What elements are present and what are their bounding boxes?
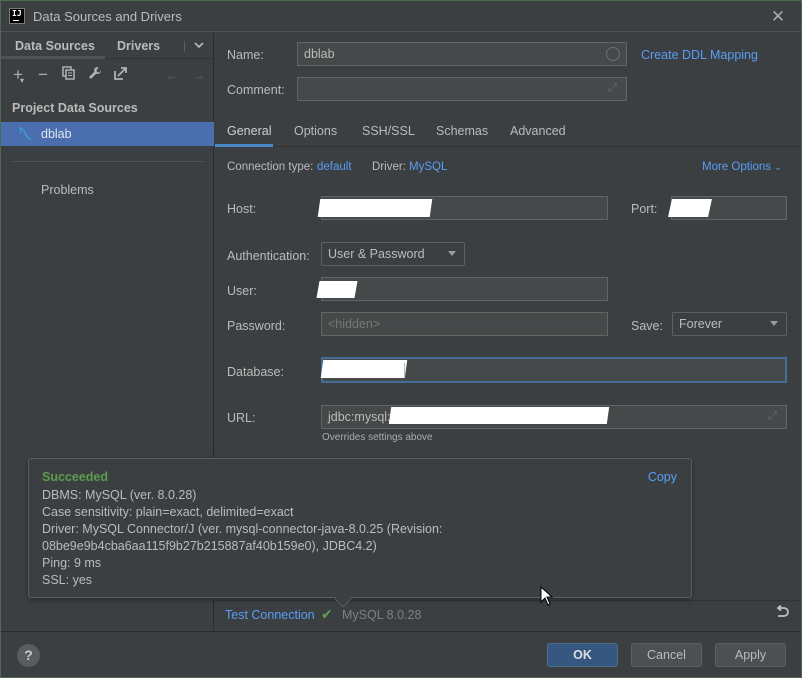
expand-icon[interactable]: ⤢: [608, 82, 620, 94]
password-input[interactable]: <hidden>: [321, 312, 608, 336]
more-options-link[interactable]: More Options ⌄: [702, 161, 782, 173]
password-placeholder: <hidden>: [328, 317, 381, 331]
close-icon[interactable]: ✕: [769, 8, 787, 26]
name-label: Name:: [227, 48, 264, 62]
url-prefix: jdbc:mysql:/: [328, 410, 394, 424]
sidebar-divider: [12, 161, 204, 162]
result-line-ssl: SSL: yes: [42, 573, 93, 587]
apply-button[interactable]: Apply: [715, 643, 786, 667]
check-icon: ✔: [321, 606, 333, 622]
host-label: Host:: [227, 202, 257, 216]
sidebar-toolbar: + ▾ − ← →: [1, 61, 214, 89]
mysql-dolphin-icon: [17, 126, 33, 142]
test-connection-link[interactable]: Test Connection: [225, 608, 315, 622]
create-ddl-mapping-link[interactable]: Create DDL Mapping: [641, 48, 758, 62]
comment-label: Comment:: [227, 83, 285, 97]
revert-icon[interactable]: [775, 604, 789, 625]
window-title: Data Sources and Drivers: [33, 9, 182, 24]
active-tab-indicator: [215, 144, 273, 147]
authentication-label: Authentication:: [227, 249, 310, 263]
name-value: dblab: [304, 47, 335, 61]
result-line-driver: Driver: MySQL Connector/J (ver. mysql-co…: [42, 522, 443, 536]
help-button[interactable]: ?: [17, 644, 40, 667]
remove-icon[interactable]: −: [34, 66, 52, 84]
data-source-label: dblab: [41, 127, 72, 141]
tab-data-sources[interactable]: Data Sources: [15, 39, 95, 53]
driver-label: Driver:: [372, 161, 406, 173]
dropdown-arrow-icon: [770, 321, 778, 326]
tab-drivers[interactable]: Drivers: [117, 39, 160, 53]
title-bar: IJ Data Sources and Drivers ✕: [1, 1, 801, 32]
user-redaction: [316, 281, 358, 298]
save-value: Forever: [679, 317, 723, 331]
connection-status-version: MySQL 8.0.28: [342, 608, 422, 622]
save-label: Save:: [631, 319, 663, 333]
dropdown-arrow-icon: [448, 251, 456, 256]
result-line-case-sensitivity: Case sensitivity: plain=exact, delimited…: [42, 505, 294, 519]
settings-tabs: General Options SSH/SSL Schemas Advanced: [215, 117, 801, 147]
sidebar-tabs: Data Sources Drivers: [1, 33, 214, 59]
project-data-sources-heading: Project Data Sources: [12, 101, 138, 115]
driver-link[interactable]: MySQL: [409, 161, 447, 173]
test-connection-bar: Test Connection ✔ MySQL 8.0.28: [215, 600, 801, 630]
connection-type-label: Connection type:: [227, 161, 314, 173]
url-label: URL:: [227, 411, 256, 425]
result-line-driver-revision: 08be9e9b4cba6aa115f9b27b215887af40b159e0…: [42, 539, 377, 553]
name-input[interactable]: dblab: [297, 42, 627, 66]
add-icon[interactable]: + ▾: [9, 66, 27, 86]
password-label: Password:: [227, 319, 286, 333]
color-circle-icon[interactable]: [606, 47, 620, 61]
back-icon[interactable]: ←: [163, 66, 181, 84]
save-select[interactable]: Forever: [672, 312, 787, 336]
database-label: Database:: [227, 365, 284, 379]
database-redaction: [320, 360, 408, 378]
problems-item[interactable]: Problems: [41, 183, 94, 197]
result-status: Succeeded: [42, 470, 109, 484]
url-hint: Overrides settings above: [322, 432, 433, 443]
tab-separator: [184, 41, 185, 52]
mouse-cursor-icon: [540, 585, 554, 606]
copy-link[interactable]: Copy: [648, 470, 677, 484]
intellij-idea-icon: IJ: [9, 8, 25, 24]
text-caret: [404, 363, 405, 377]
tab-options[interactable]: Options: [294, 124, 337, 138]
expand-icon[interactable]: ⤢: [768, 410, 780, 422]
tab-schemas[interactable]: Schemas: [436, 124, 488, 138]
port-label: Port:: [631, 202, 658, 216]
host-redaction: [317, 199, 433, 217]
dialog-button-bar: ? OK Cancel Apply: [1, 631, 801, 677]
ok-button[interactable]: OK: [547, 643, 618, 667]
more-options-label: More Options: [702, 161, 772, 173]
make-global-icon[interactable]: [112, 66, 130, 84]
duplicate-icon[interactable]: [60, 66, 78, 84]
user-input[interactable]: [321, 277, 608, 301]
url-redaction: [388, 407, 610, 424]
chevron-down-icon[interactable]: [193, 36, 207, 54]
user-label: User:: [227, 284, 257, 298]
tab-advanced[interactable]: Advanced: [510, 124, 566, 138]
wrench-icon[interactable]: [86, 66, 104, 84]
forward-icon[interactable]: →: [190, 66, 208, 84]
connection-type-link[interactable]: default: [317, 161, 352, 173]
data-source-item-dblab[interactable]: dblab: [1, 122, 214, 146]
tab-active-underline: [1, 56, 105, 59]
tab-ssh-ssl[interactable]: SSH/SSL: [362, 124, 415, 138]
port-redaction: [668, 199, 712, 217]
cancel-button[interactable]: Cancel: [631, 643, 702, 667]
test-connection-result-popup: Succeeded Copy DBMS: MySQL (ver. 8.0.28)…: [28, 458, 692, 608]
comment-input[interactable]: ⤢: [297, 77, 627, 101]
chevron-down-icon: ⌄: [774, 162, 782, 172]
authentication-select[interactable]: User & Password: [321, 242, 465, 266]
tab-general[interactable]: General: [227, 124, 271, 138]
result-line-dbms: DBMS: MySQL (ver. 8.0.28): [42, 488, 197, 502]
result-line-ping: Ping: 9 ms: [42, 556, 102, 570]
data-sources-dialog: IJ Data Sources and Drivers ✕ Data Sourc…: [0, 0, 802, 678]
authentication-value: User & Password: [328, 247, 425, 261]
